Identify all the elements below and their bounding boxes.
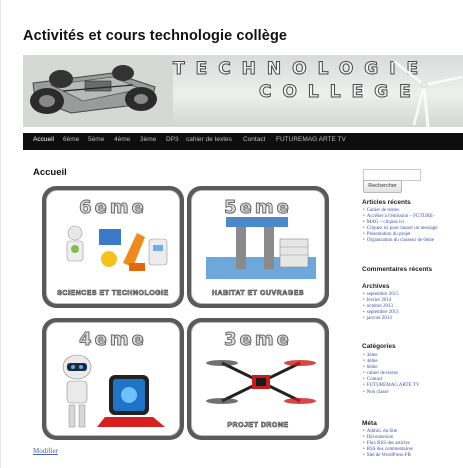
- nav-item-cahier-de-textes[interactable]: cahier de textes: [186, 136, 232, 143]
- tile-4eme-card: 4eme: [46, 322, 180, 436]
- tile-6eme-caption: SCIENCES ET TECHNOLOGIE: [57, 290, 169, 298]
- nav-item-contact[interactable]: Contact: [243, 136, 265, 143]
- recent-comments-title: Commentaires récents: [362, 266, 433, 273]
- page: Activités et cours technologie collège T…: [0, 0, 463, 468]
- tile-3eme-caption: PROJET DRONE: [227, 422, 289, 430]
- nav-item-4eme[interactable]: 4ème: [114, 136, 130, 143]
- tile-3eme-card: 3eme PROJET DRONE: [191, 322, 325, 436]
- tile-5eme-heading: 5eme: [224, 197, 292, 219]
- tile-5eme-card: 5eme HABITAT ET OUVRAGES: [191, 190, 325, 304]
- search-button[interactable]: Rechercher: [363, 180, 402, 193]
- meta-list: Admin. du Site Déconnexion Flux RSS des …: [363, 429, 413, 459]
- tile-3eme[interactable]: 3eme PROJET DRONE: [187, 318, 329, 440]
- categories-title: Catégories: [362, 343, 396, 350]
- category-link[interactable]: Non classé: [363, 390, 419, 396]
- nav-item-accueil[interactable]: Accueil: [33, 136, 54, 143]
- archive-link[interactable]: janvier 2013: [363, 316, 399, 322]
- robot-smartphone-icon: [62, 354, 165, 428]
- science-robot-icon: [66, 225, 168, 271]
- edit-link[interactable]: Modifier: [33, 447, 58, 455]
- category-link[interactable]: FUTUREMAG ARTE TV: [363, 383, 420, 389]
- nav-item-dp3[interactable]: DP3: [166, 136, 179, 143]
- recent-post-link[interactable]: Organisation du classeur de 6ème: [363, 238, 437, 244]
- nav-item-6eme[interactable]: 6ème: [63, 136, 79, 143]
- recent-posts-list: Cahier de textes Accéder à l'émission – …: [363, 208, 438, 245]
- meta-title: Méta: [362, 420, 377, 427]
- archives-title: Archives: [362, 283, 390, 290]
- building-icon: [206, 217, 316, 279]
- tile-5eme[interactable]: 5eme HABITAT ET OUVRAGES: [187, 186, 329, 308]
- wind-turbine-image: [393, 60, 463, 127]
- categories-list: 3ème 4ème 6ème cahier de textes Contact …: [363, 353, 420, 396]
- nav-item-3eme[interactable]: 3ème: [140, 136, 156, 143]
- rc-car-image: [23, 55, 173, 127]
- drone-icon: [206, 360, 316, 404]
- site-title[interactable]: Activités et cours technologie collège: [23, 28, 287, 44]
- tile-5eme-caption: HABITAT ET OUVRAGES: [211, 290, 305, 298]
- tile-6eme[interactable]: 6eme SCIENCES ET TECHNOLOGIE: [42, 186, 184, 308]
- page-title: Accueil: [33, 167, 67, 178]
- meta-link[interactable]: Site de WordPress-FR: [363, 453, 413, 459]
- tile-4eme[interactable]: 4eme: [42, 318, 184, 440]
- nav-item-5eme[interactable]: 5ème: [88, 136, 104, 143]
- main-nav: Accueil 6ème 5ème 4ème 3ème DP3 cahier d…: [23, 133, 463, 150]
- archives-list: septembre 2015 février 2014 octobre 2013…: [363, 292, 399, 322]
- tile-6eme-heading: 6eme: [79, 197, 147, 219]
- header-banner: TECHNOLOGIE COLLEGE: [23, 55, 463, 127]
- tile-3eme-heading: 3eme: [224, 329, 292, 351]
- nav-item-futuremag[interactable]: FUTUREMAG ARTE TV: [276, 136, 346, 143]
- recent-posts-title: Articles récents: [362, 199, 411, 206]
- tile-6eme-card: 6eme SCIENCES ET TECHNOLOGIE: [46, 190, 180, 304]
- tile-4eme-heading: 4eme: [79, 329, 147, 351]
